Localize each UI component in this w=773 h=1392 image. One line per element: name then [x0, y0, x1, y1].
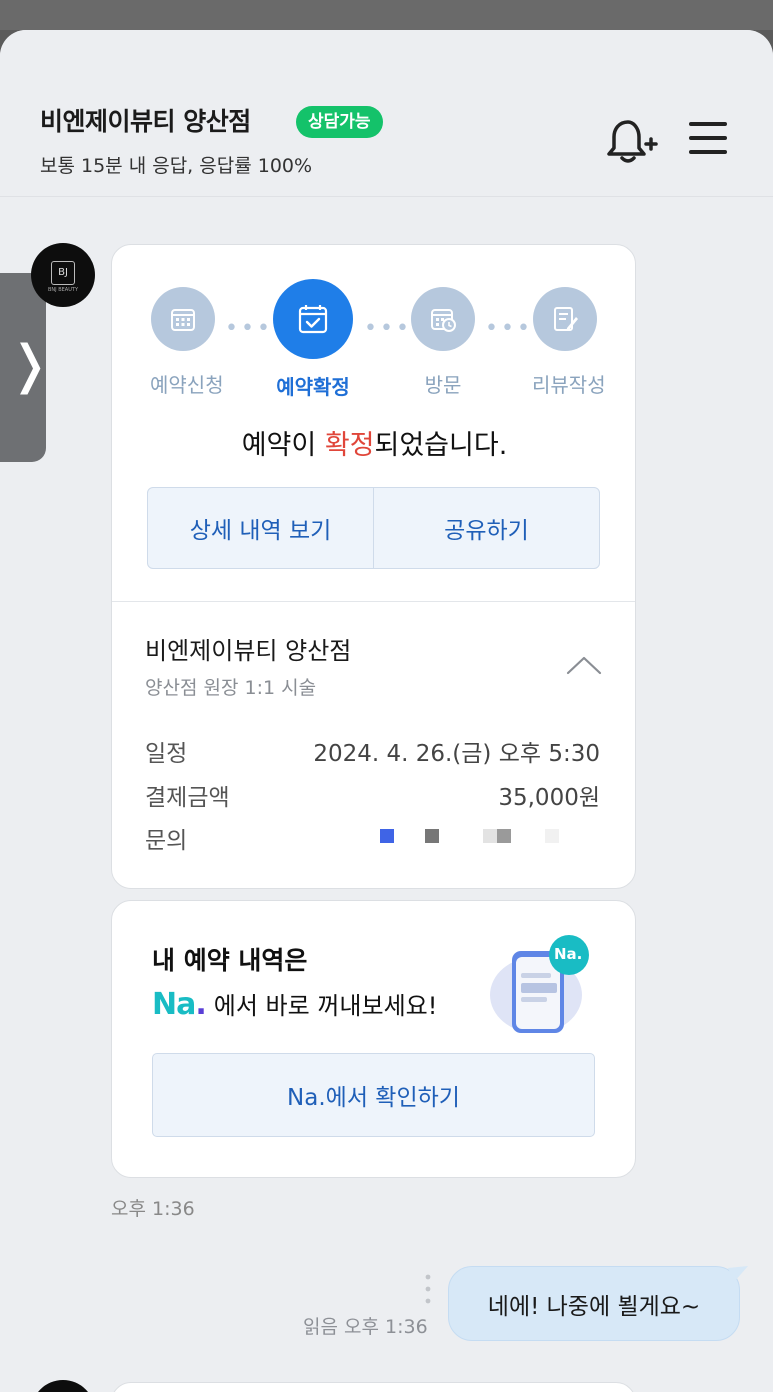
- more-options-icon[interactable]: [424, 1273, 432, 1309]
- sent-message-bubble[interactable]: 네에! 나중에 뵐게요~: [448, 1266, 740, 1341]
- calendar-icon: [151, 287, 215, 351]
- chat-sheet: 비엔제이뷰티 양산점 상담가능 보통 15분 내 응답, 응답률 100% ❭ …: [0, 30, 773, 1392]
- payment-row: 결제금액 35,000원: [145, 778, 600, 811]
- na-promo-title: 내 예약 내역은: [152, 946, 308, 975]
- notification-add-button[interactable]: [604, 116, 658, 166]
- view-details-button[interactable]: 상세 내역 보기: [148, 488, 374, 568]
- payment-value: 35,000원: [498, 785, 600, 811]
- calendar-check-icon: [273, 279, 353, 359]
- step-connector: •••: [225, 316, 273, 341]
- store-name: 비엔제이뷰티 양산점: [40, 107, 251, 136]
- redacted-contact-block: [380, 829, 394, 843]
- na-badge: Na.: [554, 945, 583, 963]
- hamburger-icon: [689, 122, 727, 126]
- open-in-na-button[interactable]: Na.에서 확인하기: [152, 1053, 595, 1137]
- reservation-status-message: 예약이 확정되었습니다.: [241, 430, 508, 461]
- step-confirmed: 예약확정: [272, 279, 354, 400]
- phone-illustration-icon: Na.: [488, 933, 598, 1037]
- background-app-strip: [0, 0, 773, 30]
- menu-button[interactable]: [689, 122, 729, 158]
- na-promo-line: Na. 에서 바로 꺼내보세요!: [152, 987, 438, 1022]
- consult-available-badge: 상담가능: [296, 106, 383, 138]
- avatar-monogram: BJ: [51, 261, 75, 285]
- section-divider: [112, 601, 635, 602]
- shop-avatar[interactable]: [31, 1380, 95, 1392]
- payment-label: 결제금액: [145, 785, 230, 811]
- redacted-contact-block: [425, 829, 439, 843]
- step-label-request: 예약신청: [150, 373, 224, 397]
- chevron-right-icon: ❭: [8, 335, 52, 395]
- shop-avatar[interactable]: BJ BNJ BEAUTY: [31, 243, 95, 307]
- step-review: 리뷰작성: [532, 287, 606, 398]
- chevron-up-icon[interactable]: [564, 653, 604, 677]
- step-visit: 방문: [410, 287, 476, 398]
- step-connector: •••: [485, 316, 533, 341]
- step-label-visit: 방문: [424, 373, 462, 397]
- inquiry-label: 문의: [145, 828, 188, 854]
- side-panel-toggle[interactable]: ❭: [0, 273, 52, 462]
- avatar-subtext: BNJ BEAUTY: [47, 287, 78, 293]
- redacted-contact-block: [545, 829, 559, 843]
- share-button[interactable]: 공유하기: [374, 488, 599, 568]
- redacted-contact-block: [483, 829, 497, 843]
- schedule-row: 일정 2024. 4. 26.(금) 오후 5:30: [145, 734, 600, 767]
- inquiry-row: 문의: [145, 821, 600, 854]
- schedule-value: 2024. 4. 26.(금) 오후 5:30: [313, 741, 600, 767]
- schedule-label: 일정: [145, 741, 188, 767]
- status-highlight: 확정: [324, 430, 375, 461]
- reservation-actions: 상세 내역 보기 공유하기: [147, 487, 600, 569]
- reservation-shop-name: 비엔제이뷰티 양산점: [145, 637, 352, 665]
- next-message-card: [111, 1382, 636, 1392]
- na-logo: Na.: [152, 987, 207, 1022]
- step-label-confirmed: 예약확정: [276, 375, 350, 399]
- edit-note-icon: [533, 287, 597, 351]
- redacted-contact-block: [497, 829, 511, 843]
- step-connector: •••: [364, 316, 412, 341]
- reservation-service: 양산점 원장 1:1 시술: [145, 677, 317, 699]
- step-request: 예약신청: [150, 287, 224, 398]
- read-receipt-timestamp: 읽음 오후 1:36: [303, 1316, 428, 1338]
- reservation-card: 예약신청 ••• 예약확정 ••• 방문 ••• 리뷰작성 예약이 확정되었습니…: [111, 244, 636, 889]
- step-label-review: 리뷰작성: [532, 373, 606, 397]
- bubble-tail: [728, 1266, 748, 1282]
- response-rate-text: 보통 15분 내 응답, 응답률 100%: [40, 155, 313, 177]
- chat-header: 비엔제이뷰티 양산점 상담가능 보통 15분 내 응답, 응답률 100%: [0, 30, 773, 197]
- na-promo-card: 내 예약 내역은 Na. 에서 바로 꺼내보세요! Na. Na.에서 확인하기: [111, 900, 636, 1178]
- message-timestamp: 오후 1:36: [111, 1198, 195, 1220]
- bell-plus-icon: [607, 120, 658, 163]
- calendar-clock-icon: [411, 287, 475, 351]
